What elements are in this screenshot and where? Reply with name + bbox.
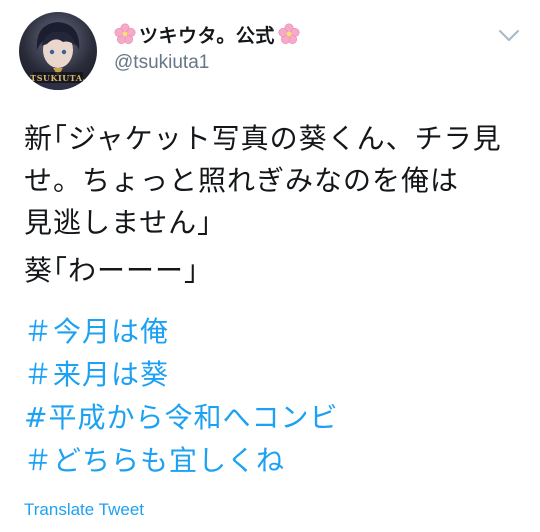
tweet-text-line: 見逃しません｣ bbox=[24, 206, 213, 239]
hashtag-link[interactable]: #平成から令和へコンビ bbox=[24, 396, 338, 439]
avatar[interactable]: TSUKIUTA. bbox=[19, 12, 97, 90]
user-handle[interactable]: @tsukiuta1 bbox=[114, 52, 209, 74]
tweet-text-line: 葵｢わーーー｣ bbox=[24, 254, 200, 287]
hashtag-link[interactable]: ＃どちらも宜しくね bbox=[24, 439, 338, 482]
avatar-logo: TSUKIUTA. bbox=[30, 73, 86, 83]
hashtag-link[interactable]: ＃今月は俺 bbox=[24, 310, 338, 353]
translate-tweet-link[interactable]: Translate Tweet bbox=[24, 500, 144, 520]
hashtag-link[interactable]: ＃来月は葵 bbox=[24, 353, 338, 396]
tweet-text-line: 新｢ジャケット写真の葵くん、チラ見 bbox=[24, 122, 502, 155]
hashtag-list: ＃今月は俺 ＃来月は葵 #平成から令和へコンビ ＃どちらも宜しくね bbox=[24, 310, 338, 482]
chevron-down-icon[interactable] bbox=[498, 28, 520, 42]
tweet-text-line: せ。ちょっと照れぎみなのを俺は bbox=[24, 164, 460, 197]
tweet-header: TSUKIUTA. ツキウタ。公式 @tsukiuta1 bbox=[0, 0, 540, 100]
tweet-text: 新｢ジャケット写真の葵くん、チラ見 せ。ちょっと照れぎみなのを俺は 見逃しません… bbox=[24, 118, 524, 292]
name-row[interactable]: ツキウタ。公式 bbox=[114, 20, 300, 48]
display-name: ツキウタ。公式 bbox=[139, 24, 275, 47]
cherry-blossom-icon bbox=[278, 23, 300, 45]
cherry-blossom-icon bbox=[114, 23, 136, 45]
